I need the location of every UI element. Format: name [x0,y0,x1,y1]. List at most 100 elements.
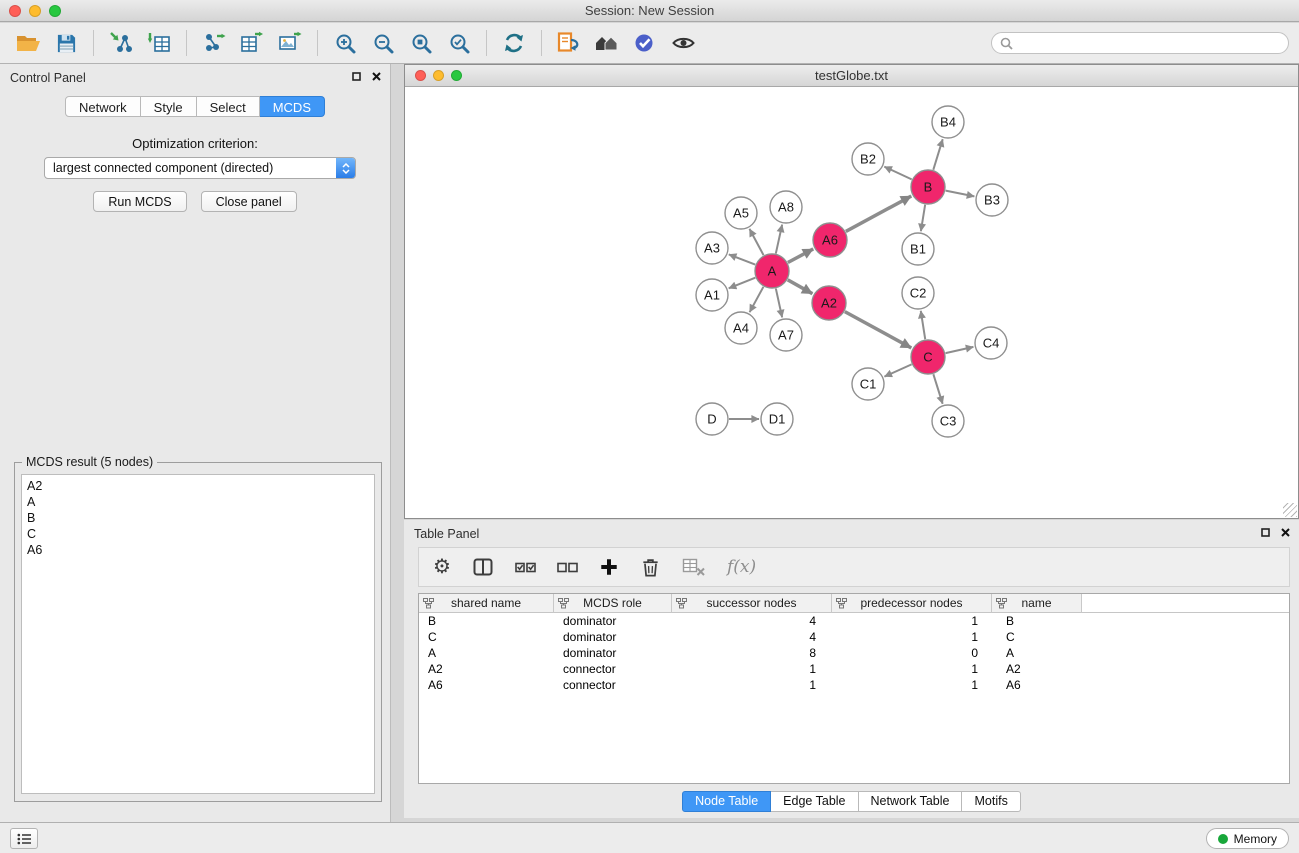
table-cell: B [992,614,1082,628]
save-session-button[interactable] [48,27,84,59]
mcds-result-item[interactable]: A2 [27,478,369,494]
apply-style-button[interactable] [627,27,663,59]
export-image-button[interactable] [272,27,308,59]
graph-node-label: A6 [822,233,838,248]
graph-edge-A2-C[interactable] [845,312,912,348]
graph-edge-B-B4[interactable] [933,139,942,170]
network-canvas[interactable]: B4B2BB3A5A8A6A3B1AC2A1A2A4A7C4CC1DD1C3 [405,87,1298,518]
graph-edge-A-A2[interactable] [788,280,813,294]
first-neighbors-button[interactable] [551,27,587,59]
add-row-button[interactable] [599,557,619,577]
graph-edge-A-A1[interactable] [729,278,756,289]
network-close-button[interactable] [415,70,426,81]
network-zoom-button[interactable] [451,70,462,81]
show-all-button[interactable] [589,27,625,59]
graph-edge-A6-B[interactable] [846,196,911,231]
main-toolbar [0,23,1299,64]
mcds-result-list[interactable]: A2ABCA6 [21,474,375,794]
mcds-result-item[interactable]: A6 [27,542,369,558]
column-header-predecessor-nodes[interactable]: predecessor nodes [832,594,992,613]
graph-edge-C-C1[interactable] [884,364,911,376]
network-graph[interactable]: B4B2BB3A5A8A6A3B1AC2A1A2A4A7C4CC1DD1C3 [405,87,1298,518]
graph-edge-A-A3[interactable] [729,254,755,264]
network-minimize-button[interactable] [433,70,444,81]
table-row[interactable]: A6connector11A6 [419,677,1289,693]
column-header-successor-nodes[interactable]: successor nodes [672,594,832,613]
show-hide-graphics-button[interactable] [665,27,701,59]
tab-network-table[interactable]: Network Table [859,791,963,812]
table-row[interactable]: Adominator80A [419,645,1289,661]
column-header-mcds-role[interactable]: MCDS role [554,594,672,613]
close-panel-icon[interactable] [1281,528,1290,537]
table-row[interactable]: Cdominator41C [419,629,1289,645]
control-panel-tabs: NetworkStyleSelectMCDS [0,96,390,117]
import-network-icon [109,31,133,55]
close-window-button[interactable] [9,5,21,17]
zoom-selected-button[interactable] [441,27,477,59]
graph-node-label: B3 [984,193,1000,208]
graph-node-label: A7 [778,328,794,343]
search-input[interactable] [1018,36,1280,50]
graph-edge-C-C3[interactable] [933,374,942,404]
tab-network[interactable]: Network [65,96,141,117]
checked-boxes-icon [515,556,536,578]
mcds-result-item[interactable]: B [27,510,369,526]
zoom-in-button[interactable] [327,27,363,59]
column-header-shared-name[interactable]: shared name [419,594,554,613]
tab-style[interactable]: Style [141,96,197,117]
delete-row-button[interactable] [640,556,661,578]
graph-edge-C-C2[interactable] [921,311,925,339]
task-history-button[interactable] [10,828,38,849]
show-column-button[interactable] [472,556,494,578]
minimize-window-button[interactable] [29,5,41,17]
optimization-criterion-dropdown[interactable]: largest connected component (directed) [44,157,356,179]
status-bar: Memory [0,822,1299,853]
mcds-result-item[interactable]: A [27,494,369,510]
graph-edge-A-A5[interactable] [749,229,763,255]
unselect-all-button[interactable] [557,556,578,578]
graph-node-label: B [924,180,933,195]
gear-icon: ⚙ [433,557,451,577]
table-settings-button[interactable]: ⚙ [433,557,451,577]
mcds-result-item[interactable]: C [27,526,369,542]
attribute-icon [996,598,1007,609]
export-table-button[interactable] [234,27,270,59]
graph-edge-A-A4[interactable] [750,287,764,312]
graph-edge-A-A6[interactable] [788,249,813,263]
graph-edge-A-A7[interactable] [776,289,782,318]
run-mcds-button[interactable]: Run MCDS [93,191,186,212]
graph-node-label: D1 [769,412,786,427]
close-panel-icon[interactable] [372,72,381,81]
close-panel-button[interactable]: Close panel [201,191,297,212]
export-network-button[interactable] [196,27,232,59]
table-row[interactable]: A2connector11A2 [419,661,1289,677]
delete-table-button[interactable] [682,557,706,577]
float-panel-icon[interactable] [352,72,361,81]
memory-button[interactable]: Memory [1206,828,1289,849]
tab-select[interactable]: Select [197,96,260,117]
zoom-fit-button[interactable] [403,27,439,59]
tab-edge-table[interactable]: Edge Table [771,791,858,812]
graph-edge-B-B2[interactable] [884,167,911,180]
tab-mcds[interactable]: MCDS [260,96,325,117]
import-network-button[interactable] [103,27,139,59]
zoom-out-button[interactable] [365,27,401,59]
window-resize-grip[interactable] [1283,503,1297,517]
refresh-button[interactable] [496,27,532,59]
float-panel-icon[interactable] [1261,528,1270,537]
tab-node-table[interactable]: Node Table [682,791,771,812]
graph-node-label: B2 [860,152,876,167]
column-header-name[interactable]: name [992,594,1082,613]
table-row[interactable]: Bdominator41B [419,613,1289,629]
graph-edge-A-A8[interactable] [776,225,782,254]
graph-edge-B-B3[interactable] [946,191,975,197]
open-session-button[interactable] [10,27,46,59]
function-builder-button[interactable]: f(x) [727,557,756,577]
select-all-button[interactable] [515,556,536,578]
import-table-button[interactable] [141,27,177,59]
zoom-window-button[interactable] [49,5,61,17]
tab-motifs[interactable]: Motifs [962,791,1020,812]
search-field[interactable] [991,32,1289,54]
graph-edge-B-B1[interactable] [921,205,925,231]
graph-edge-C-C4[interactable] [946,347,974,353]
